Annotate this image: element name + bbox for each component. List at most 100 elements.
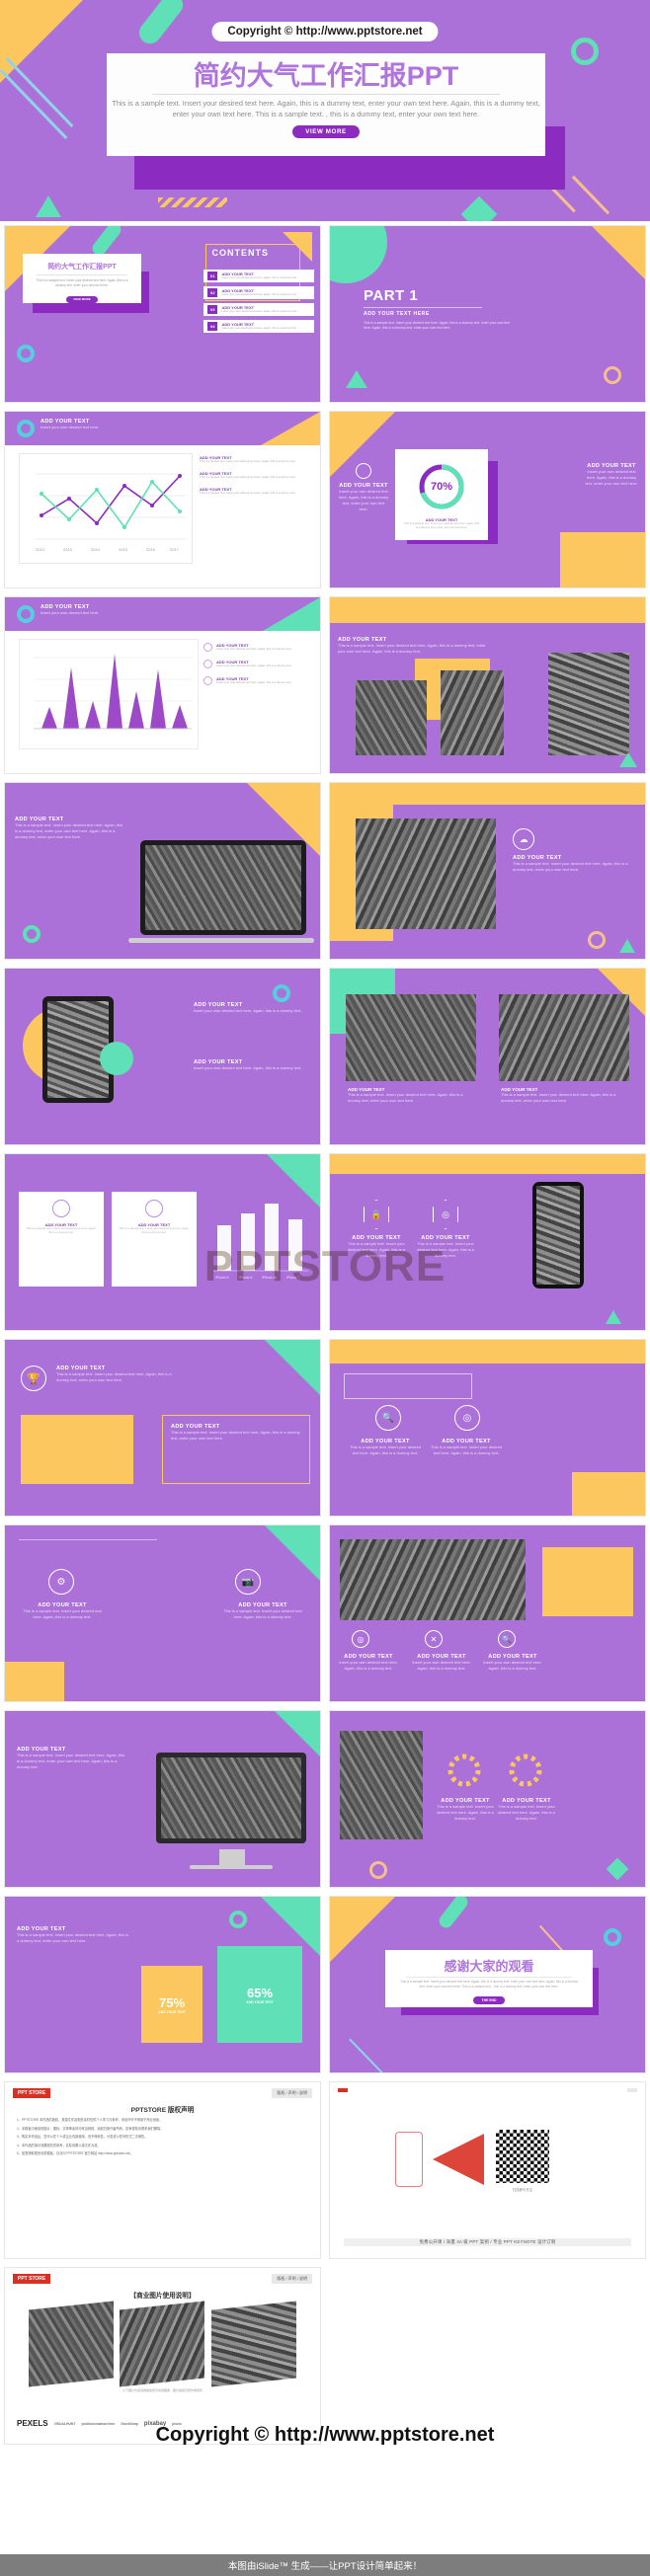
slide-cell[interactable]: 🔍 ◎ ADD YOUR TEXT This is a sample text.…: [325, 1335, 650, 1521]
slide-tablet[interactable]: ADD YOUR TEXT Insert your own desired te…: [4, 968, 321, 1145]
slide-cell[interactable]: ADD YOUR TEXT This is a sample text. Ins…: [325, 592, 650, 778]
svg-text:iPhone 6: iPhone 6: [239, 1276, 252, 1280]
yellow-block-shape: [572, 1472, 645, 1516]
view-more-button[interactable]: VIEW MORE: [292, 125, 360, 138]
slide-cell[interactable]: ADD YOUR TEXT Insert your own desired te…: [0, 964, 325, 1149]
text-block: ADD YOUR TEXT Insert your own desired te…: [203, 643, 312, 652]
mint-corner-shape: [265, 1340, 320, 1395]
block-desc: This is a sample text. Insert your desir…: [437, 1804, 494, 1821]
slide-gear-camera[interactable]: ⚙ 📷 ADD YOUR TEXT This is a sample text.…: [4, 1524, 321, 1702]
slide-cell[interactable]: PART 1 ADD YOUR TEXT HERE This is a samp…: [325, 221, 650, 407]
svg-text:2014: 2014: [91, 547, 101, 552]
slide-contents[interactable]: 简约大气工作汇报PPT This is a sample text. Inser…: [4, 225, 321, 403]
slide-thank-you[interactable]: 感谢大家的观看 This is a sample text. Insert yo…: [329, 1896, 646, 2073]
source-stocksnap: StockSnap: [121, 2421, 138, 2426]
stat-label: ADD YOUR TEXT: [246, 1999, 274, 2004]
slide-cell[interactable]: 🔒 ◎ ADD YOUR TEXT This is a sample text.…: [325, 1149, 650, 1335]
slide-declaration[interactable]: PPT STORE 版权 / 声明 / 说明 PPTSTORE 版权声明 1、P…: [4, 2081, 321, 2259]
image-sources-row: PEXELS VISUALHUNT publicdomainarchive St…: [17, 2419, 308, 2428]
left-text-block: ADD YOUR TEXT Insert your own desired te…: [338, 463, 389, 512]
text-block: ADD YOUR TEXT Insert your own desired te…: [194, 1059, 312, 1071]
slide-laptop[interactable]: ADD YOUR TEXT This is a sample text. Ins…: [4, 782, 321, 960]
slide-cell[interactable]: ADD YOUR TEXT This is a sample text. Ins…: [0, 778, 325, 964]
block-desc: This is a sample text. Insert your desir…: [56, 1371, 172, 1382]
outlined-text-block: ADD YOUR TEXT This is a sample text. Ins…: [162, 1415, 310, 1484]
slide-cell[interactable]: ADD YOUR TEXT This is a sample text. Ins…: [0, 1706, 325, 1892]
doc-line: 3、购买本作品后，您可以在个人或企业内部使用，但不得转售、分发或以任何形式二次销…: [17, 2135, 148, 2140]
slide-cell[interactable]: ADD YOUR TEXT Insert your own desired te…: [0, 407, 325, 592]
mint-square-shape: [606, 1857, 629, 1881]
text-block-list: ADD YOUR TEXT This is a sample text. Ins…: [200, 455, 310, 495]
slide-subtitle: Insert your own desired text here.: [41, 610, 100, 615]
caption-block: ADD YOUR TEXT This is a sample text. Ins…: [348, 1087, 474, 1104]
slide-cell[interactable]: ADD YOUR TEXT This is a sample text. Ins…: [325, 1706, 650, 1892]
block-desc: This is a sample text. Insert your desir…: [200, 490, 296, 495]
slide-line-chart[interactable]: ADD YOUR TEXT Insert your own desired te…: [4, 411, 321, 588]
doc-lines: 1、PPTSTORE 本作品的版权，其源文件及相关素材仅供个人学习与参考，未经许…: [17, 2118, 308, 2157]
slide-cell[interactable]: 感谢大家的观看 This is a sample text. Insert yo…: [325, 1892, 650, 2077]
list-item[interactable]: 03 ADD YOUR TEXT Insert your own desired…: [203, 303, 314, 316]
slide-cell[interactable]: PPT STORE 版权 / 声明 / 说明 PPTSTORE 版权声明 1、P…: [0, 2077, 325, 2263]
image-strip: [120, 2301, 205, 2387]
slide-usage-guide[interactable]: PPT STORE 版权 / 声明 / 说明 【商业图片使用说明】 以下图片均来…: [4, 2267, 321, 2445]
view-more-button[interactable]: VIEW MORE: [66, 295, 98, 303]
yellow-band-shape: [330, 597, 645, 623]
slide-photo-grid[interactable]: ADD YOUR TEXT This is a sample text. Ins…: [329, 596, 646, 774]
slide-progress-rings[interactable]: ADD YOUR TEXT This is a sample text. Ins…: [329, 1710, 646, 1888]
slide-cell[interactable]: ◎ ✕ 🔍 ADD YOUR TEXT Insert your own desi…: [325, 1521, 650, 1706]
item-desc: Insert your own desired text here. Again…: [221, 292, 297, 297]
block-desc: This is a sample text. Insert your desir…: [23, 1608, 102, 1619]
source-photo: photo: [172, 2421, 182, 2426]
part-title-group: PART 1 ADD YOUR TEXT HERE This is a samp…: [364, 287, 512, 331]
slide-imac[interactable]: ADD YOUR TEXT This is a sample text. Ins…: [4, 1710, 321, 1888]
slide-cell[interactable]: 扫描即可关注 免费公开课 / 海量 4A 级 PPT 案例 / 专业 PPT K…: [325, 2077, 650, 2263]
slide-donut[interactable]: 70% ADD YOUR TEXT This is a sample text.…: [329, 411, 646, 588]
block-desc: This is a sample text. Insert your desir…: [348, 1241, 405, 1258]
mint-corner-shape: [263, 597, 320, 631]
slide-cell[interactable]: PPT STORE 版权 / 声明 / 说明 【商业图片使用说明】 以下图片均来…: [0, 2263, 325, 2449]
list-item[interactable]: 02 ADD YOUR TEXT Insert your own desired…: [203, 286, 314, 299]
slide-architecture[interactable]: ◎ ✕ 🔍 ADD YOUR TEXT Insert your own desi…: [329, 1524, 646, 1702]
card-desc: This is a sample text. Insert your desir…: [26, 1226, 97, 1234]
slide-body: This is a sample text. Insert your desir…: [17, 1932, 129, 1943]
svg-text:iPhone 7: iPhone 7: [286, 1276, 299, 1280]
slide-two-photos[interactable]: ADD YOUR TEXT This is a sample text. Ins…: [329, 968, 646, 1145]
slide-heading: ADD YOUR TEXT Insert your own desired te…: [41, 604, 99, 616]
slide-cell[interactable]: ADD YOUR TEXT Insert your own desired te…: [0, 592, 325, 778]
list-item[interactable]: 04 ADD YOUR TEXT Insert your own desired…: [203, 320, 314, 333]
slide-stats[interactable]: ADD YOUR TEXT This is a sample text. Ins…: [4, 1896, 321, 2073]
donut-center-label: 70%: [431, 481, 452, 493]
slide-city-photo[interactable]: ☁ ADD YOUR TEXT This is a sample text. I…: [329, 782, 646, 960]
blue-ring-icon: [604, 1928, 621, 1946]
slide-cell[interactable]: 🏆 ADD YOUR TEXT This is a sample text. I…: [0, 1335, 325, 1521]
slide-search-pin[interactable]: 🔍 ◎ ADD YOUR TEXT This is a sample text.…: [329, 1339, 646, 1517]
slide-cell[interactable]: ADD YOUR TEXT This is a sample text. Ins…: [0, 1149, 325, 1335]
slide-cell[interactable]: ADD YOUR TEXT This is a sample text. Ins…: [325, 964, 650, 1149]
slide-cell[interactable]: 简约大气工作汇报PPT This is a sample text. Inser…: [0, 221, 325, 407]
item-number: 01: [207, 272, 218, 280]
slide-title: 简约大气工作汇报PPT: [47, 264, 117, 271]
item-number: 04: [207, 322, 218, 331]
ring-1: [445, 1751, 484, 1795]
slide-trophy[interactable]: 🏆 ADD YOUR TEXT This is a sample text. I…: [4, 1339, 321, 1517]
slide-wechat-qr[interactable]: 扫描即可关注 免费公开课 / 海量 4A 级 PPT 案例 / 专业 PPT K…: [329, 2081, 646, 2259]
slide-cell[interactable]: ⚙ 📷 ADD YOUR TEXT This is a sample text.…: [0, 1521, 325, 1706]
blue-ring-icon: [17, 605, 35, 623]
slide-cell[interactable]: 70% ADD YOUR TEXT This is a sample text.…: [325, 407, 650, 592]
the-end-button[interactable]: THE END: [472, 1996, 506, 2005]
slide-title: 感谢大家的观看: [444, 1959, 534, 1974]
feature-block: ADD YOUR TEXT This is a sample text. Ins…: [221, 1602, 304, 1620]
slide-body: This is a sample text. Insert your desir…: [364, 321, 510, 330]
blue-ring-icon: [17, 420, 35, 437]
slide-bar-chart[interactable]: ADD YOUR TEXT This is a sample text. Ins…: [4, 1153, 321, 1331]
slide-part1[interactable]: PART 1 ADD YOUR TEXT HERE This is a samp…: [329, 225, 646, 403]
slide-area-chart[interactable]: ADD YOUR TEXT Insert your own desired te…: [4, 596, 321, 774]
caption-block: ADD YOUR TEXT This is a sample text. Ins…: [501, 1087, 627, 1104]
source-publicdomainarchive: publicdomainarchive: [81, 2421, 116, 2426]
slide-body: This is a sample text. Insert your desir…: [338, 643, 486, 654]
slide-icon-features[interactable]: 🔒 ◎ ADD YOUR TEXT This is a sample text.…: [329, 1153, 646, 1331]
slide-cell[interactable]: ☁ ADD YOUR TEXT This is a sample text. I…: [325, 778, 650, 964]
slide-cell[interactable]: ADD YOUR TEXT This is a sample text. Ins…: [0, 1892, 325, 2077]
ring-2: [506, 1751, 545, 1795]
list-item[interactable]: 01 ADD YOUR TEXT Insert your own desired…: [203, 270, 314, 282]
